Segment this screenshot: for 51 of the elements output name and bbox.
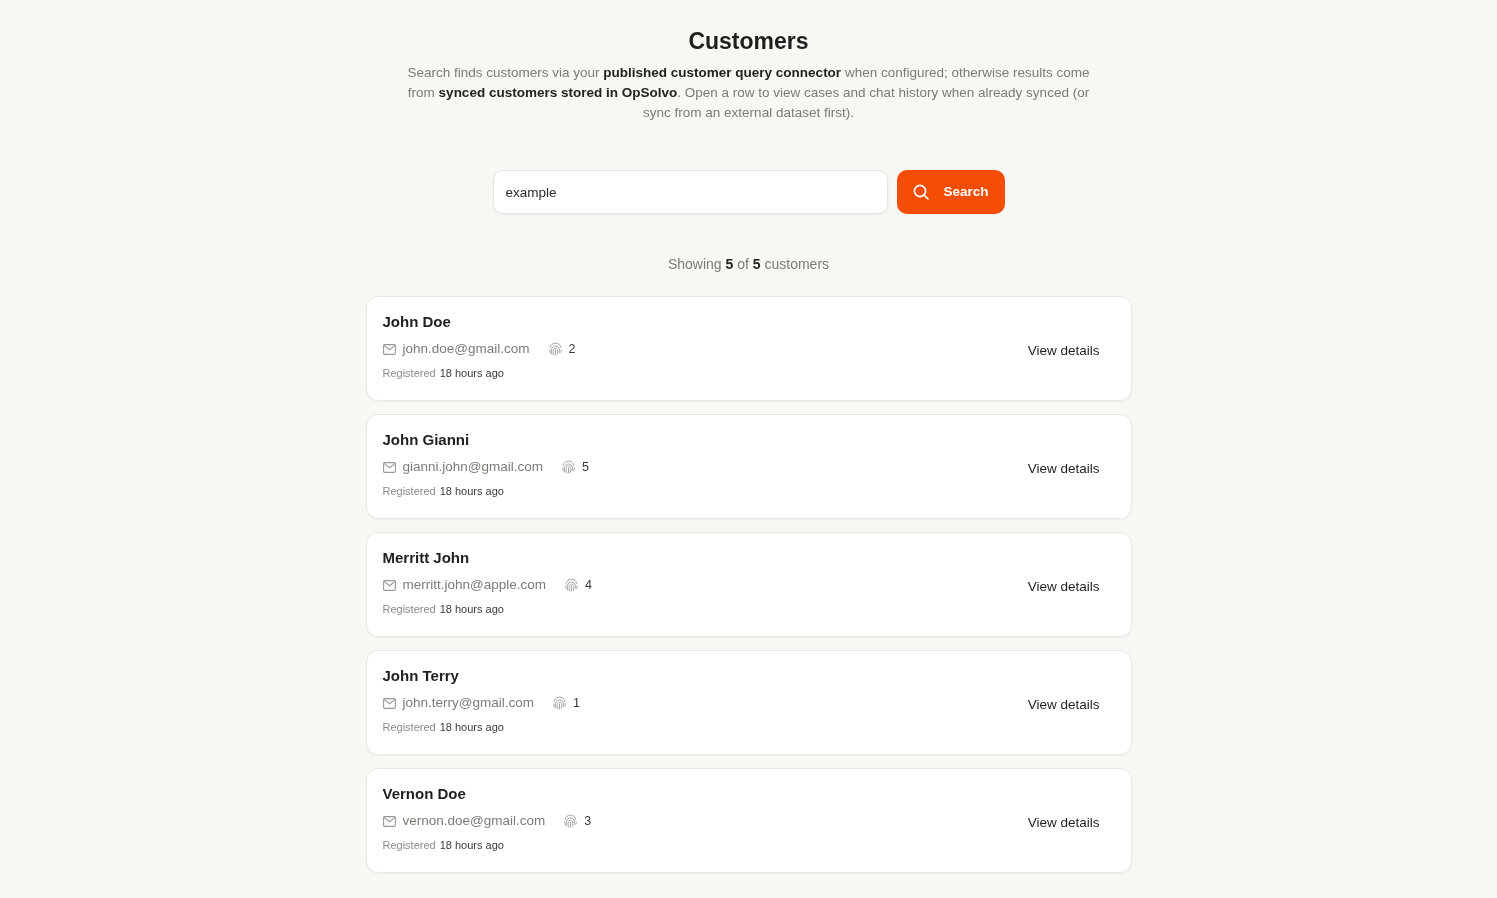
customer-name: John Doe xyxy=(382,312,452,332)
fingerprint-icon xyxy=(548,342,562,356)
customer-email: john.doe@gmail.com xyxy=(402,340,530,358)
customer-email: merritt.john@apple.com xyxy=(402,576,546,594)
fingerprint-count: 2 xyxy=(568,341,576,358)
fingerprint-icon xyxy=(564,814,578,828)
customer-card[interactable]: John Gianni gianni.john@gmail.com 5 Registered 18 hours ago View details xyxy=(365,414,1132,519)
registered-label: Registered xyxy=(382,602,436,616)
registered-time: 18 hours ago xyxy=(439,838,504,852)
registered-label: Registered xyxy=(382,484,436,498)
customer-name: Merritt John xyxy=(382,548,471,568)
view-details-link[interactable]: View details xyxy=(1027,340,1100,362)
customer-name: John Gianni xyxy=(382,430,471,450)
customer-card[interactable]: John Doe john.doe@gmail.com 2 Registered 18 hours ago View details xyxy=(365,296,1132,401)
customer-email: gianni.john@gmail.com xyxy=(402,458,544,476)
customer-card[interactable]: Merritt John merritt.john@apple.com 4 Registered 18 hours ago View details xyxy=(365,532,1132,637)
page-title: Customers xyxy=(688,27,809,56)
customer-card[interactable]: John Terry john.terry@gmail.com 1 Registered 18 hours ago View details xyxy=(365,650,1132,755)
customer-card[interactable]: Vernon Doe vernon.doe@gmail.com 3 Registered 18 hours ago View details xyxy=(365,768,1132,873)
envelope-icon xyxy=(382,579,396,591)
search-icon xyxy=(912,184,929,200)
customer-name: Vernon Doe xyxy=(382,784,467,804)
view-details-link[interactable]: View details xyxy=(1027,576,1100,598)
registered-time: 18 hours ago xyxy=(439,720,504,734)
customer-name: John Terry xyxy=(382,666,460,686)
envelope-icon xyxy=(382,815,396,827)
view-details-link[interactable]: View details xyxy=(1027,812,1100,834)
fingerprint-count: 5 xyxy=(582,459,589,476)
search-field[interactable]: example xyxy=(492,170,888,214)
fingerprint-icon xyxy=(553,696,566,710)
search-button[interactable]: Search xyxy=(896,170,1005,214)
view-details-link[interactable]: View details xyxy=(1027,458,1100,480)
envelope-icon xyxy=(382,697,396,709)
fingerprint-icon xyxy=(565,578,578,592)
registered-time: 18 hours ago xyxy=(439,484,504,498)
results-summary: Showing 5 of 5 customers xyxy=(667,255,830,273)
registered-label: Registered xyxy=(382,720,436,734)
envelope-icon xyxy=(382,461,396,473)
fingerprint-icon xyxy=(562,460,576,474)
registered-time: 18 hours ago xyxy=(439,602,504,616)
customer-email: vernon.doe@gmail.com xyxy=(402,812,546,830)
registered-time: 18 hours ago xyxy=(439,366,504,380)
registered-label: Registered xyxy=(382,366,436,380)
fingerprint-count: 4 xyxy=(585,577,592,594)
envelope-icon xyxy=(382,343,396,355)
fingerprint-count: 1 xyxy=(573,695,580,712)
view-details-link[interactable]: View details xyxy=(1027,694,1100,716)
page-description: Search finds customers via your published customer query connector when configured; otherwise results come from synced customers stored in OpSolvo. Open a row to view cases and chat history when already synced (or sync from an external dataset first). xyxy=(406,64,1091,122)
registered-label: Registered xyxy=(382,838,436,852)
fingerprint-count: 3 xyxy=(584,813,592,830)
customer-email: john.terry@gmail.com xyxy=(402,694,534,712)
